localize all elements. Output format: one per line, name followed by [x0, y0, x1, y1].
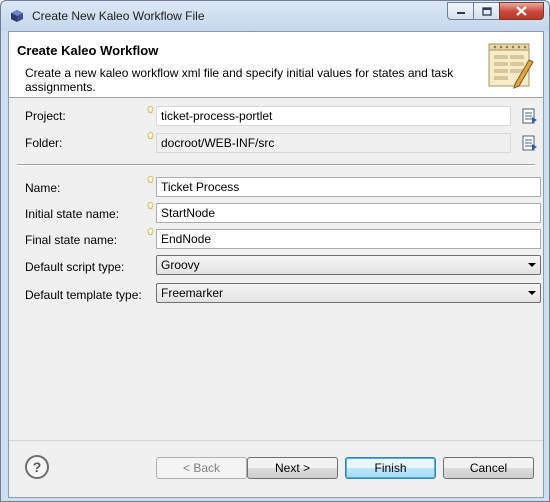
script-type-select[interactable]: Groovy [156, 255, 541, 275]
content-assist-hint-icon [147, 202, 154, 209]
folder-label: Folder: [25, 136, 63, 150]
initial-state-label: Initial state name: [25, 207, 120, 221]
cancel-button[interactable]: Cancel [443, 457, 534, 479]
chevron-down-icon [528, 291, 536, 295]
minimize-button[interactable] [447, 2, 474, 20]
name-label: Name: [25, 181, 61, 195]
final-state-input[interactable]: EndNode [156, 229, 541, 249]
template-type-label: Default template type: [25, 288, 142, 302]
close-button[interactable] [499, 2, 544, 20]
help-button[interactable]: ? [25, 455, 49, 479]
finish-button[interactable]: Finish [345, 457, 436, 479]
minimize-icon [456, 12, 465, 14]
next-button[interactable]: Next > [247, 457, 338, 479]
name-input[interactable]: Ticket Process [156, 177, 541, 197]
maximize-button[interactable] [473, 2, 500, 20]
project-label: Project: [25, 109, 66, 123]
script-type-value: Groovy [161, 258, 200, 272]
separator [17, 164, 535, 166]
content-assist-hint-icon [147, 132, 154, 139]
eclipse-app-icon [11, 10, 23, 22]
workflow-document-icon [488, 43, 534, 89]
content-assist-hint-icon [147, 176, 154, 183]
window-controls [447, 2, 544, 20]
close-icon [516, 6, 527, 16]
dialog-window: Create New Kaleo Workflow File Create Ka… [0, 0, 550, 502]
chevron-down-icon [528, 263, 536, 267]
browse-project-icon[interactable] [522, 108, 538, 124]
back-button[interactable]: < Back [156, 457, 247, 479]
content-assist-hint-icon [147, 228, 154, 235]
project-field[interactable]: ticket-process-portlet [156, 106, 511, 126]
final-state-label: Final state name: [25, 233, 118, 247]
template-type-value: Freemarker [161, 286, 224, 300]
script-type-label: Default script type: [25, 260, 125, 274]
window-title: Create New Kaleo Workflow File [32, 9, 205, 23]
footer-separator [9, 440, 543, 441]
wizard-banner: Create Kaleo Workflow Create a new kaleo… [9, 32, 543, 98]
template-type-select[interactable]: Freemarker [156, 283, 541, 303]
browse-folder-icon[interactable] [522, 135, 538, 151]
folder-field[interactable]: docroot/WEB-INF/src [156, 133, 511, 153]
initial-state-input[interactable]: StartNode [156, 203, 541, 223]
wizard-description: Create a new kaleo workflow xml file and… [25, 66, 454, 94]
dialog-client-area: Create Kaleo Workflow Create a new kaleo… [8, 31, 544, 498]
title-bar[interactable]: Create New Kaleo Workflow File [1, 1, 549, 31]
content-assist-hint-icon [147, 106, 154, 113]
wizard-title: Create Kaleo Workflow [17, 43, 159, 58]
maximize-icon [481, 6, 492, 16]
